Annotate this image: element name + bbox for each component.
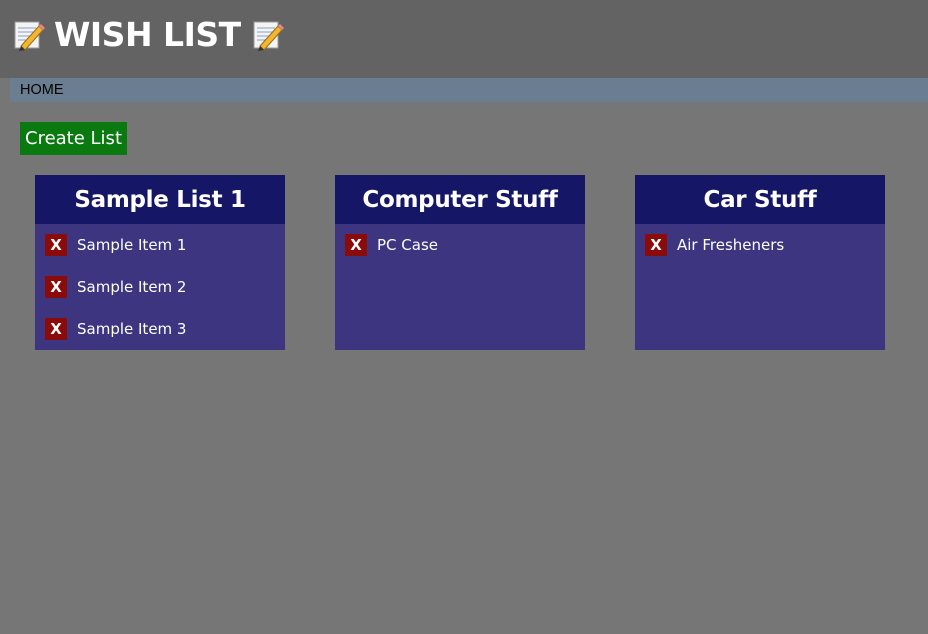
nav-bar: HOME [10,78,928,102]
delete-item-button[interactable]: X [45,276,67,298]
delete-item-button[interactable]: X [345,234,367,256]
list-items: X PC Case [335,224,585,256]
list-title: Car Stuff [635,175,885,224]
list-item: X Sample Item 1 [35,234,285,256]
list-item: X Sample Item 2 [35,276,285,298]
item-label: Sample Item 1 [77,236,187,254]
list-item: X Sample Item 3 [35,318,285,340]
item-label: Air Fresheners [677,236,785,254]
list-item: X Air Fresheners [635,234,885,256]
delete-item-button[interactable]: X [45,318,67,340]
list-title: Sample List 1 [35,175,285,224]
app-header: WISH LIST [0,0,928,78]
list-items: X Air Fresheners [635,224,885,256]
item-label: PC Case [377,236,438,254]
item-label: Sample Item 3 [77,320,187,338]
list-card: Car Stuff X Air Fresheners [635,175,885,350]
delete-item-button[interactable]: X [645,234,667,256]
item-label: Sample Item 2 [77,278,187,296]
title-text: WISH LIST [54,14,241,54]
page-title: WISH LIST [11,15,284,54]
list-title: Computer Stuff [335,175,585,224]
create-list-button[interactable]: Create List [20,122,127,155]
list-card: Computer Stuff X PC Case [335,175,585,350]
list-card: Sample List 1 X Sample Item 1 X Sample I… [35,175,285,350]
memo-icon [14,21,45,51]
list-items: X Sample Item 1 X Sample Item 2 X Sample… [35,224,285,340]
memo-icon [253,21,284,51]
nav-home-link[interactable]: HOME [20,82,64,98]
delete-item-button[interactable]: X [45,234,67,256]
list-item: X PC Case [335,234,585,256]
